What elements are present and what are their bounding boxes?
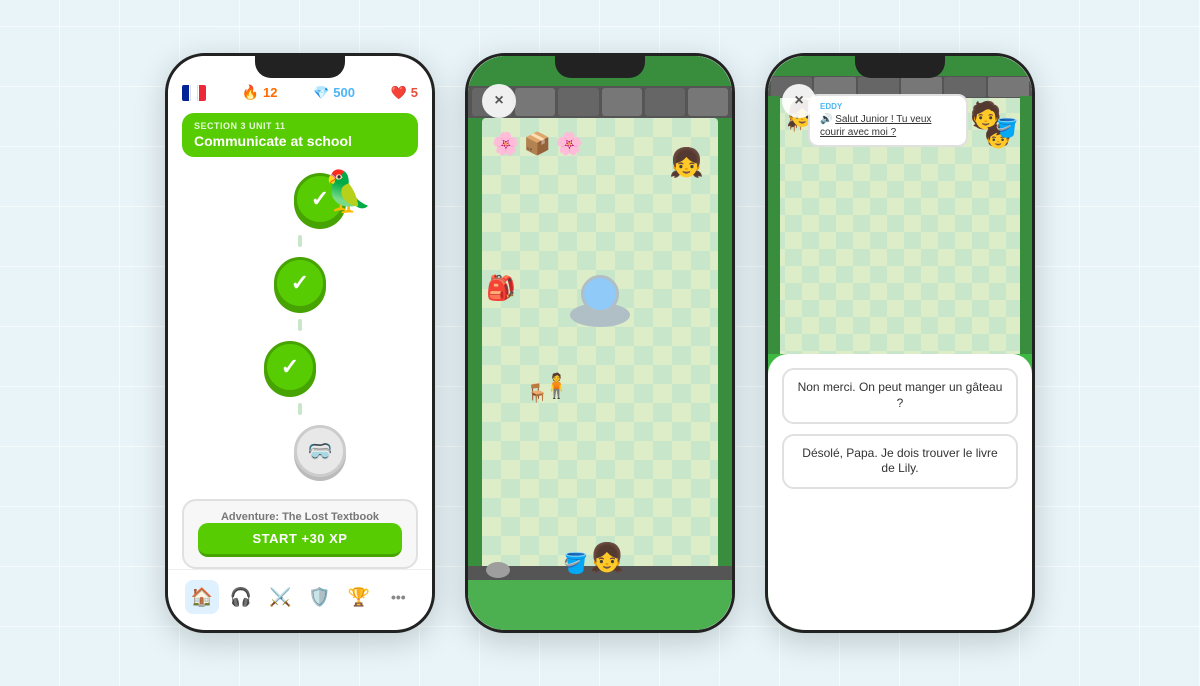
bench: 🪑 [526,383,548,404]
nav-home[interactable]: 🏠 [185,580,219,614]
response-btn-1[interactable]: Non merci. On peut manger un gâteau ? [782,368,1018,423]
check-icon-2: ✓ [291,270,309,296]
npc-bubble-text: 🔊 Salut Junior ! Tu veux courir avec moi… [820,113,956,139]
gem-stat: 💎 500 [313,85,355,101]
goggle-icon: 🥽 [308,439,333,464]
gem-count: 500 [333,85,355,100]
flower-pots-top: 🌸 📦 🌸 [492,131,583,157]
node-row-3: ✓ [264,341,316,393]
character-bottom: 👧 [590,541,625,574]
heart-count: 5 [411,85,418,100]
french-flag [182,85,206,101]
character-pink: 👧 [669,146,704,179]
close-button-3[interactable]: × [782,84,816,118]
section-label: SECTION 3 UNIT 11 [194,121,406,131]
close-button-2[interactable]: × [482,84,516,118]
flag-white [190,85,199,101]
adventure-box: Adventure: The Lost Textbook START +30 X… [182,499,418,569]
nav-more[interactable]: ••• [381,580,415,614]
node-row-4: 🥽 [294,425,346,477]
phone-1: 🔥 12 💎 500 ❤️ 5 SECTION 3 UNIT 11 Commun… [165,53,435,633]
lesson-node-4[interactable]: 🥽 [294,425,346,477]
flag-red [199,85,206,101]
gem-icon: 💎 [313,85,329,101]
connector-3 [298,403,302,415]
nav-shield[interactable]: 🛡️ [303,580,337,614]
bucket-right: 🪣 [996,118,1018,139]
chat-panel: Non merci. On peut manger un gâteau ? Dé… [768,354,1032,630]
phone-3-notch [855,56,945,78]
connector-1 [298,235,302,247]
lesson-node-1[interactable]: ✓ 🦜 [294,173,346,225]
phone-2-notch [555,56,645,78]
section-banner: SECTION 3 UNIT 11 Communicate at school [182,113,418,157]
node-row-2: ✓ [274,257,326,309]
lesson-node-3[interactable]: ✓ [264,341,316,393]
owl-mascot: 🦜 [323,168,373,215]
eddy-tag: EDDY [820,102,956,111]
bucket-bottom: 🪣 [563,551,588,576]
flag-blue [182,85,189,101]
bottom-nav: 🏠 🎧 ⚔️ 🛡️ 🏆 ••• [168,569,432,630]
npc-speech-text: Salut Junior ! Tu veux courir avec moi ? [820,114,931,138]
lesson-map: ✓ 🦜 ✓ ✓ [168,157,432,491]
start-button[interactable]: START +30 XP [198,523,402,557]
fire-count: 12 [263,85,277,100]
fountain [570,267,630,327]
npc-speech-bubble: EDDY 🔊 Salut Junior ! Tu veux courir ave… [808,94,968,147]
lesson-node-2[interactable]: ✓ [274,257,326,309]
adventure-label: Adventure: The Lost Textbook [198,511,402,523]
response-btn-2[interactable]: Désolé, Papa. Je dois trouver le livre d… [782,434,1018,489]
heart-stat: ❤️ 5 [391,85,418,101]
connector-2 [298,319,302,331]
check-icon-3: ✓ [281,354,299,380]
fire-icon: 🔥 [242,84,259,101]
chat-game-world: 👧 🪑 🧑 🧒 🪣 EDDY 🔊 Salut Junior ! Tu veux … [768,56,1032,354]
backpack-obj: 🎒 [486,274,516,303]
phone-1-notch [255,56,345,78]
heart-icon: ❤️ [391,85,407,101]
nav-battle[interactable]: ⚔️ [263,580,297,614]
phone-3: 👧 🪑 🧑 🧒 🪣 EDDY 🔊 Salut Junior ! Tu veux … [765,53,1035,633]
section-title: Communicate at school [194,133,406,149]
phone-2: 🌸 📦 🌸 👧 🎒 🧍 🪑 👧 🪣 [465,53,735,633]
nav-trophy[interactable]: 🏆 [342,580,376,614]
rock [486,562,510,578]
node-row-1: ✓ 🦜 [294,173,346,225]
fire-stat: 🔥 12 [242,84,278,101]
nav-listen[interactable]: 🎧 [224,580,258,614]
speaker-icon: 🔊 [820,114,832,125]
